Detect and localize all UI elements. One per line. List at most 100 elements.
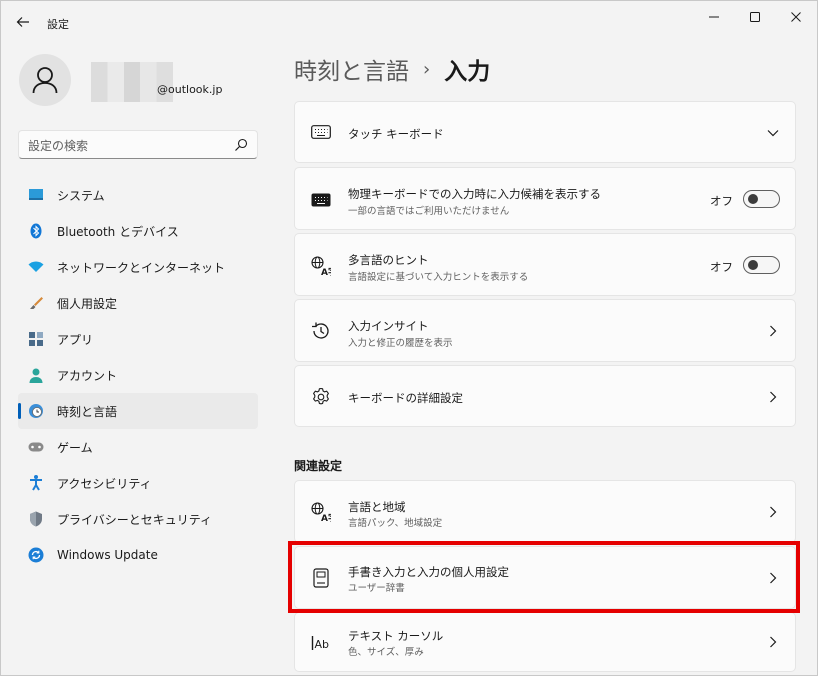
breadcrumb: 時刻と言語 › 入力: [294, 52, 491, 86]
setting-card-typing-insights[interactable]: 入力インサイト 入力と修正の履歴を表示: [294, 299, 796, 362]
chevron-right-icon: [767, 572, 779, 584]
card-subtitle: 色、サイズ、厚み: [348, 647, 424, 658]
card-title: 多言語のヒント: [348, 253, 429, 267]
person-icon: [32, 67, 58, 94]
app-title: 設定: [47, 18, 69, 31]
setting-card-multilingual-hints: A字 多言語のヒント 言語設定に基づいて入力ヒントを表示する オフ: [294, 233, 796, 296]
card-title: タッチ キーボード: [348, 127, 444, 141]
card-title: 言語と地域: [348, 500, 406, 514]
toggle-switch[interactable]: [743, 190, 780, 208]
sidebar-item-personalization[interactable]: 個人用設定: [18, 285, 258, 321]
gear-icon: [311, 387, 331, 407]
close-button[interactable]: [773, 1, 818, 33]
gamepad-icon: [28, 439, 44, 455]
sidebar-nav: システム Bluetooth とデバイス ネットワークとインターネット 個人用設…: [18, 177, 258, 573]
card-subtitle: 言語設定に基づいて入力ヒントを表示する: [348, 272, 529, 283]
page-title: 入力: [444, 59, 491, 85]
chevron-right-icon: [767, 636, 779, 648]
keyboard-icon: [311, 122, 331, 142]
related-card-text-cursor[interactable]: Ab テキスト カーソル 色、サイズ、厚み: [294, 612, 796, 672]
chevron-right-icon: [767, 506, 779, 518]
minimize-icon: [709, 16, 719, 18]
accessibility-icon: [28, 475, 44, 491]
sidebar-item-system[interactable]: システム: [18, 177, 258, 213]
svg-text:Ab: Ab: [315, 638, 330, 651]
search-icon: [235, 138, 248, 151]
brush-icon: [28, 295, 44, 311]
sidebar-item-accessibility[interactable]: アクセシビリティ: [18, 465, 258, 501]
settings-search[interactable]: 設定の検索: [18, 130, 258, 159]
sidebar-item-label: 個人用設定: [57, 296, 118, 311]
language-icon: A字: [311, 256, 331, 276]
title-bar: 設定: [1, 1, 817, 41]
setting-card-physical-keyboard-suggestions: 物理キーボードでの入力時に入力候補を表示する 一部の言語ではご利用いただけません…: [294, 167, 796, 230]
arrow-left-icon: [16, 17, 29, 27]
svg-text:A字: A字: [321, 266, 331, 276]
sidebar-item-label: 時刻と言語: [57, 404, 118, 419]
card-subtitle: ユーザー辞書: [348, 583, 405, 594]
apps-icon: [28, 331, 44, 347]
settings-window: 設定 @outlook.jp 設定の検索 システム Bluetooth とデバイ…: [0, 0, 818, 676]
chevron-right-icon: [767, 325, 779, 337]
account-icon: [28, 367, 44, 383]
sidebar-item-network[interactable]: ネットワークとインターネット: [18, 249, 258, 285]
section-heading-related: 関連設定: [294, 459, 343, 473]
sidebar-item-label: システム: [57, 188, 105, 203]
toggle-state-label: オフ: [710, 194, 733, 208]
history-icon: [311, 321, 331, 341]
sidebar-item-label: ネットワークとインターネット: [57, 260, 226, 275]
card-subtitle: 一部の言語ではご利用いただけません: [348, 206, 510, 217]
toggle-state-label: オフ: [710, 260, 733, 274]
notebook-icon: [311, 568, 331, 588]
svg-text:A字: A字: [321, 512, 331, 522]
card-title: 入力インサイト: [348, 319, 429, 333]
monitor-icon: [28, 187, 44, 203]
shield-icon: [28, 511, 44, 527]
card-title: 手書き入力と入力の個人用設定: [348, 565, 509, 579]
sidebar-item-gaming[interactable]: ゲーム: [18, 429, 258, 465]
related-card-handwriting-personalization[interactable]: 手書き入力と入力の個人用設定 ユーザー辞書: [294, 546, 796, 609]
sidebar-item-label: Windows Update: [57, 548, 158, 562]
text-cursor-icon: Ab: [311, 633, 331, 653]
sidebar-item-bluetooth[interactable]: Bluetooth とデバイス: [18, 213, 258, 249]
search-input[interactable]: 設定の検索: [28, 137, 88, 154]
sidebar-item-privacy[interactable]: プライバシーとセキュリティ: [18, 501, 258, 537]
close-icon: [791, 12, 801, 22]
clock-globe-icon: [28, 403, 44, 419]
back-button[interactable]: [11, 10, 35, 34]
card-subtitle: 入力と修正の履歴を表示: [348, 338, 453, 349]
chevron-right-icon: [767, 391, 779, 403]
setting-card-touch-keyboard[interactable]: タッチ キーボード: [294, 101, 796, 163]
sidebar-item-label: Bluetooth とデバイス: [57, 224, 179, 239]
card-title: キーボードの詳細設定: [348, 391, 463, 405]
account-email: @outlook.jp: [157, 83, 223, 96]
redacted-name: [91, 62, 173, 102]
sidebar-item-label: アクセシビリティ: [57, 476, 152, 491]
sidebar-item-label: プライバシーとセキュリティ: [57, 512, 213, 527]
sidebar-item-apps[interactable]: アプリ: [18, 321, 258, 357]
minimize-button[interactable]: [691, 1, 737, 33]
setting-card-advanced-keyboard[interactable]: キーボードの詳細設定: [294, 365, 796, 427]
breadcrumb-parent[interactable]: 時刻と言語: [294, 52, 409, 86]
sidebar-item-label: アカウント: [57, 368, 118, 383]
wifi-icon: [28, 259, 44, 275]
bluetooth-icon: [28, 223, 44, 239]
language-icon: A字: [311, 502, 331, 522]
sidebar-item-label: ゲーム: [57, 440, 93, 455]
update-icon: [28, 547, 44, 563]
card-title: テキスト カーソル: [348, 629, 444, 643]
keyboard-dark-icon: [311, 190, 331, 210]
maximize-icon: [750, 12, 760, 22]
sidebar-item-time-language[interactable]: 時刻と言語: [18, 393, 258, 429]
chevron-down-icon[interactable]: [767, 127, 779, 139]
card-title: 物理キーボードでの入力時に入力候補を表示する: [348, 187, 601, 201]
related-card-language-region[interactable]: A字 言語と地域 言語パック、地域設定: [294, 480, 796, 543]
card-subtitle: 言語パック、地域設定: [348, 518, 443, 529]
avatar: [19, 54, 71, 106]
sidebar-item-label: アプリ: [57, 332, 94, 347]
sidebar-item-accounts[interactable]: アカウント: [18, 357, 258, 393]
maximize-button[interactable]: [732, 1, 778, 33]
breadcrumb-separator: ›: [423, 58, 431, 80]
toggle-switch[interactable]: [743, 256, 780, 274]
sidebar-item-windows-update[interactable]: Windows Update: [18, 537, 258, 573]
